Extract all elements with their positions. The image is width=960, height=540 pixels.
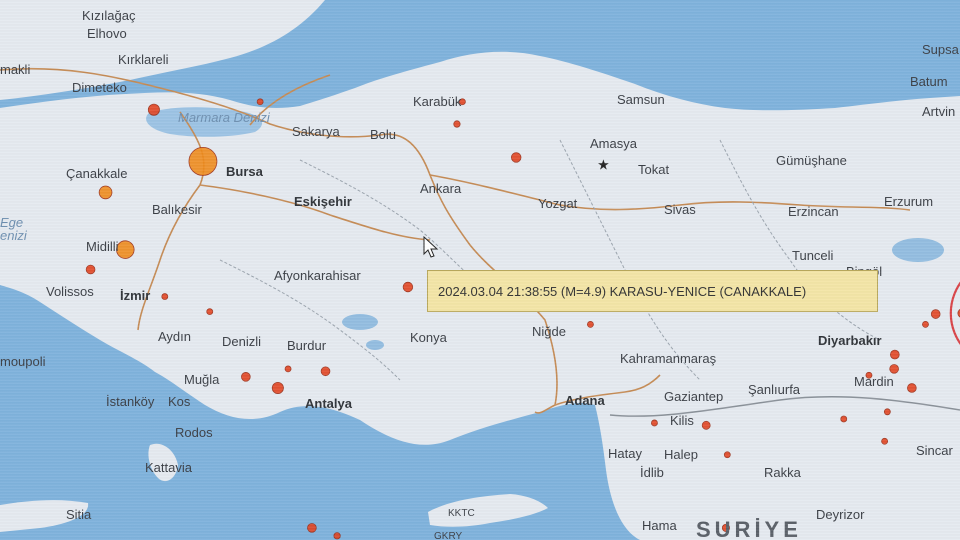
earthquake-marker[interactable] xyxy=(890,349,900,360)
place-label-hatay: Hatay xyxy=(608,446,642,461)
earthquake-marker[interactable] xyxy=(881,437,889,445)
place-label-denizli: Denizli xyxy=(222,334,262,349)
place-label-konya: Konya xyxy=(410,330,447,345)
earthquake-marker[interactable] xyxy=(98,185,113,200)
place-label-aydin: Aydın xyxy=(158,329,192,344)
earthquake-marker[interactable] xyxy=(333,532,341,540)
place-label-sakarya: Sakarya xyxy=(292,124,340,139)
place-label-bolu: Bolu xyxy=(370,127,397,142)
lake-van xyxy=(892,238,944,262)
earthquake-marker[interactable] xyxy=(271,381,284,394)
earthquake-marker[interactable] xyxy=(320,366,331,377)
earthquake-marker[interactable] xyxy=(651,419,658,427)
place-label-artvin: Artvin xyxy=(922,104,956,119)
place-label-antalya: Antalya xyxy=(305,396,352,411)
place-label-sincar: Sincar xyxy=(916,443,953,458)
place-label-deyrizor: Deyrizor xyxy=(816,507,865,522)
place-label-midilli: Midilli xyxy=(86,239,119,254)
mouse-cursor-icon xyxy=(423,236,439,258)
place-label-rakka: Rakka xyxy=(764,465,801,480)
lake-beysehir xyxy=(366,340,384,350)
place-label-mugla: Muğla xyxy=(184,372,220,387)
place-label-gaziantep: Gaziantep xyxy=(664,389,724,404)
place-label-canakkale: Çanakkale xyxy=(66,166,128,181)
place-label-kirklareli: Kırklareli xyxy=(118,52,169,67)
place-label-afyon: Afyonkarahisar xyxy=(274,268,361,283)
place-label-tokat: Tokat xyxy=(638,162,670,177)
place-label-denizi: enizi xyxy=(0,228,27,243)
earthquake-marker[interactable] xyxy=(883,408,891,416)
place-label-kattavia: Kattavia xyxy=(145,460,192,475)
place-label-eskisehir: Eskişehir xyxy=(294,194,352,209)
place-label-erzincan: Erzincan xyxy=(788,204,839,219)
place-label-sitia: Sitia xyxy=(66,507,92,522)
capital-star-icon: ★ xyxy=(597,157,610,173)
place-label-bursa: Bursa xyxy=(226,164,263,179)
earthquake-marker[interactable] xyxy=(889,364,899,374)
lake-egirdir xyxy=(342,314,378,330)
place-label-istankoy: İstanköy xyxy=(106,394,155,409)
earthquake-marker[interactable] xyxy=(161,293,169,300)
earthquake-marker[interactable] xyxy=(453,120,461,128)
place-label-kilis: Kilis xyxy=(670,413,694,428)
earthquake-marker[interactable] xyxy=(147,103,160,116)
earthquake-marker[interactable] xyxy=(402,281,414,293)
place-label-diyarbakir: Diyarbakır xyxy=(818,333,882,348)
place-label-makli: makli xyxy=(0,62,31,77)
earthquake-marker[interactable] xyxy=(701,420,711,430)
place-label-supsa: Supsa xyxy=(922,42,959,57)
earthquake-marker[interactable] xyxy=(307,523,317,533)
place-label-batum: Batum xyxy=(910,74,948,89)
place-label-samsun: Samsun xyxy=(617,92,665,107)
place-label-izmir: İzmir xyxy=(120,288,151,303)
earthquake-marker[interactable] xyxy=(723,451,731,459)
earthquake-map[interactable]: ★ Kızılağaç Elhovo Kırklareli makli Dimeteko… xyxy=(0,0,960,540)
place-label-ankara: Ankara xyxy=(420,181,462,196)
earthquake-marker[interactable] xyxy=(284,365,292,373)
place-label-nigde: Niğde xyxy=(532,324,566,339)
place-label-elhovo: Elhovo xyxy=(87,26,127,41)
place-label-karabuk: Karabük xyxy=(413,94,462,109)
place-label-kizilagac: Kızılağaç xyxy=(82,8,136,23)
place-label-sanliurfa: Şanlıurfa xyxy=(748,382,801,397)
place-label-mardin: Mardin xyxy=(854,374,894,389)
place-label-rodos: Rodos xyxy=(175,425,213,440)
place-label-suriye: SURİYE xyxy=(696,517,802,540)
earthquake-marker[interactable] xyxy=(241,372,251,382)
place-label-idlib: İdlib xyxy=(640,465,664,480)
place-label-halep: Halep xyxy=(664,447,698,462)
place-label-balikesir: Balıkesir xyxy=(152,202,202,217)
place-label-dimeteko: Dimeteko xyxy=(72,80,127,95)
earthquake-tooltip: 2024.03.04 21:38:55 (M=4.9) KARASU-YENIC… xyxy=(427,270,878,312)
place-label-burdur: Burdur xyxy=(287,338,327,353)
place-label-gumushane: Gümüşhane xyxy=(776,153,847,168)
earthquake-marker[interactable] xyxy=(587,320,594,328)
earthquake-marker[interactable] xyxy=(510,152,522,163)
earthquake-marker[interactable] xyxy=(206,308,214,316)
place-label-volissos: Volissos xyxy=(46,284,94,299)
place-label-kktc: KKTC xyxy=(448,508,475,519)
place-label-tunceli: Tunceli xyxy=(792,248,834,263)
earthquake-marker[interactable] xyxy=(116,240,135,259)
place-label-kos: Kos xyxy=(168,394,191,409)
place-label-kahramanmaras: Kahramanmaraş xyxy=(620,351,717,366)
earthquake-marker[interactable] xyxy=(840,415,848,423)
earthquake-marker[interactable] xyxy=(256,98,264,106)
earthquake-marker[interactable] xyxy=(85,264,96,275)
place-label-amasya: Amasya xyxy=(590,136,637,151)
earthquake-marker-selected[interactable] xyxy=(188,146,218,176)
place-label-adana: Adana xyxy=(565,393,605,408)
place-label-hama: Hama xyxy=(642,518,677,533)
place-label-sivas: Sivas xyxy=(664,202,696,217)
earthquake-marker[interactable] xyxy=(930,309,941,319)
place-label-yozgat: Yozgat xyxy=(538,196,578,211)
place-label-erzurum: Erzurum xyxy=(884,194,934,209)
earthquake-marker[interactable] xyxy=(907,383,917,393)
place-label-moupoli: moupoli xyxy=(0,354,46,369)
place-label-gkry: GKRY xyxy=(434,531,463,540)
place-label-marmara: Marmara Denizi xyxy=(178,110,270,125)
earthquake-marker[interactable] xyxy=(922,320,929,328)
